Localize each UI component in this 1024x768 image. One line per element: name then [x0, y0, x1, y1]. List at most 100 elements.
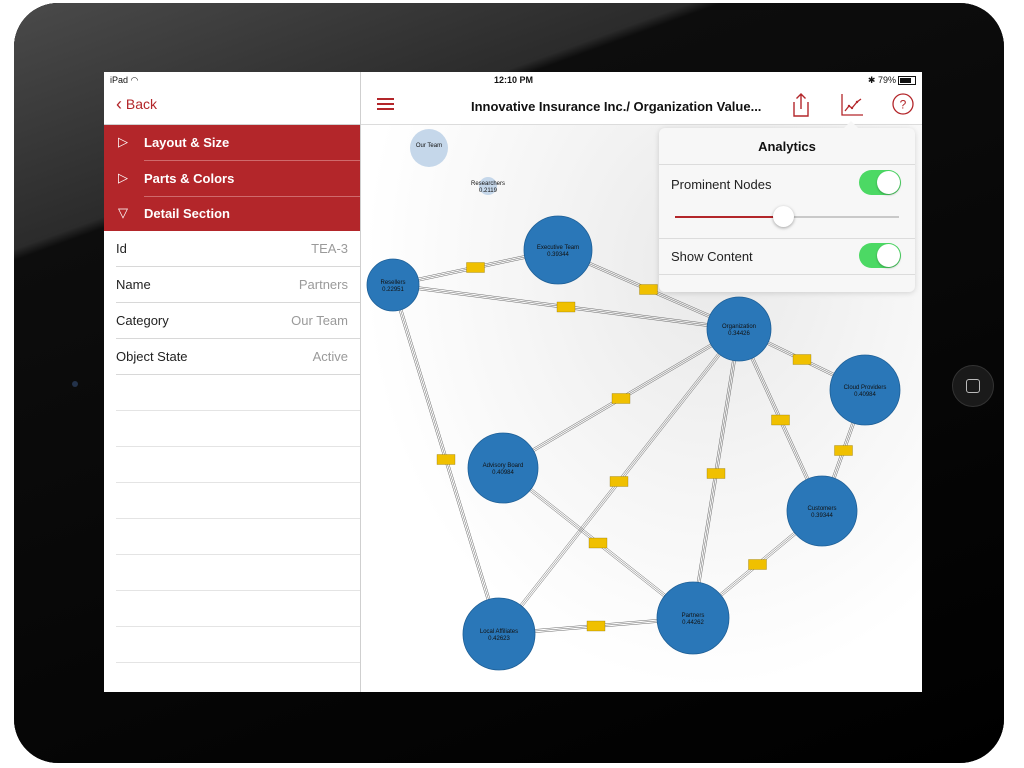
node-score-label: 0.44262: [682, 620, 704, 626]
device-label: iPad ◠: [110, 75, 139, 85]
share-icon[interactable]: [789, 92, 813, 118]
graph-node-executive-team[interactable]: Executive Team0.39344: [523, 215, 593, 285]
node-name-label: Researchers: [471, 181, 505, 187]
property-key: Id: [116, 241, 127, 256]
detail-sidebar: ‹ Back ▷ Layout & Size ▷ Parts & Colors …: [104, 72, 361, 692]
property-key: Name: [116, 277, 151, 292]
popover-divider: [659, 238, 915, 239]
graph-node-organization[interactable]: Organization0.34426: [706, 296, 772, 362]
node-score-label: 0.42623: [488, 636, 510, 642]
edge-label-tag[interactable]: [588, 537, 608, 549]
help-icon[interactable]: ?: [891, 92, 915, 116]
node-score-label: 0.40984: [854, 392, 876, 398]
node-name-label: Partners: [682, 613, 705, 619]
property-row-object-state[interactable]: Object State Active: [116, 339, 360, 375]
front-camera: [72, 381, 78, 387]
clock: 12:10 PM: [494, 75, 534, 85]
graph-node-advisory-board[interactable]: Advisory Board0.40984: [467, 432, 539, 504]
empty-row: [116, 663, 360, 692]
empty-row: [116, 447, 360, 483]
home-button[interactable]: [952, 365, 994, 407]
node-name-label: Our Team: [416, 143, 442, 149]
menu-item-layout-size[interactable]: ▷ Layout & Size: [104, 125, 360, 160]
empty-row: [116, 555, 360, 591]
disclosure-down-icon: ▽: [118, 205, 128, 220]
edge-label-tag[interactable]: [639, 284, 658, 295]
edge-label-tag[interactable]: [748, 559, 767, 570]
node-name-label: Organization: [722, 324, 756, 330]
graph-node-local-affiliates[interactable]: Local Affiliates0.42623: [462, 597, 536, 671]
back-button[interactable]: ‹ Back: [116, 94, 157, 115]
empty-row: [116, 411, 360, 447]
menu-item-label: Parts & Colors: [144, 171, 235, 186]
graph-node-customers[interactable]: Customers0.39344: [786, 475, 858, 547]
edge-label-tag[interactable]: [611, 393, 631, 404]
edge-label-tag[interactable]: [436, 454, 456, 465]
menu-item-label: Detail Section: [144, 206, 230, 221]
graph-node-resellers[interactable]: Resellers0.22951: [366, 258, 420, 312]
graph-node-partners[interactable]: Partners0.44262: [656, 581, 730, 655]
svg-text:?: ?: [900, 98, 907, 112]
popover-title: Analytics: [758, 139, 816, 154]
empty-row: [116, 483, 360, 519]
edge-label-tag[interactable]: [706, 468, 726, 479]
property-value: Our Team: [291, 313, 348, 328]
property-key: Object State: [116, 349, 188, 364]
edge-label-tag[interactable]: [466, 262, 485, 273]
status-bar: iPad ◠ 12:10 PM ✱ 79%: [104, 72, 922, 88]
edge-label-tag[interactable]: [771, 414, 790, 426]
node-score-label: 0.34426: [728, 331, 750, 337]
property-row-id[interactable]: Id TEA-3: [116, 231, 360, 267]
edge-label-tag[interactable]: [609, 476, 629, 487]
node-score-label: 0.2119: [479, 188, 498, 194]
node-score-label: 0.40984: [492, 470, 514, 476]
node-name-label: Local Affiliates: [480, 629, 518, 635]
node-name-label: Executive Team: [537, 245, 579, 251]
popover-divider: [659, 164, 915, 165]
prominent-nodes-toggle[interactable]: [859, 170, 901, 195]
edge-label-tag[interactable]: [792, 354, 812, 365]
menu-icon[interactable]: [377, 98, 394, 113]
bluetooth-icon: ✱: [867, 75, 876, 85]
node-name-label: Cloud Providers: [844, 385, 887, 391]
home-button-icon: [966, 379, 980, 393]
battery-icon: [898, 76, 916, 86]
slider-fill: [675, 216, 783, 218]
graph-node-our-team[interactable]: Our Team: [410, 129, 448, 167]
prominent-nodes-label: Prominent Nodes: [671, 177, 772, 192]
page-title: Innovative Insurance Inc./ Organization …: [471, 99, 762, 114]
popover-divider: [659, 274, 915, 275]
chevron-left-icon: ‹: [116, 94, 122, 114]
show-content-toggle[interactable]: [859, 243, 901, 268]
property-key: Category: [116, 313, 169, 328]
graph-node-cloud-providers[interactable]: Cloud Providers0.40984: [829, 354, 901, 426]
menu-item-parts-colors[interactable]: ▷ Parts & Colors: [104, 161, 360, 196]
node-score-label: 0.39344: [811, 513, 833, 519]
edge-label-tag[interactable]: [556, 301, 576, 313]
node-name-label: Customers: [807, 506, 836, 512]
edge-label-tag[interactable]: [834, 445, 853, 456]
app-screen: ‹ Back ▷ Layout & Size ▷ Parts & Colors …: [104, 72, 922, 692]
show-content-label: Show Content: [671, 249, 753, 264]
slider-knob[interactable]: [772, 206, 794, 227]
property-row-category[interactable]: Category Our Team: [116, 303, 360, 339]
prominent-nodes-slider[interactable]: [675, 206, 899, 227]
empty-row: [116, 627, 360, 663]
disclosure-right-icon: ▷: [118, 134, 128, 149]
edge-label-tag[interactable]: [586, 620, 606, 632]
empty-row: [116, 591, 360, 627]
empty-row: [116, 519, 360, 555]
property-row-name[interactable]: Name Partners: [116, 267, 360, 303]
analytics-chart-icon[interactable]: [839, 92, 865, 118]
property-value: TEA-3: [311, 241, 348, 256]
node-score-label: 0.22951: [382, 287, 404, 293]
wifi-icon: ◠: [130, 75, 139, 85]
property-value: Active: [312, 349, 348, 364]
node-name-label: Resellers: [380, 280, 405, 286]
graph-area: Our Team Researchers 0.2119 Executive Team 0…: [361, 72, 922, 692]
menu-item-label: Layout & Size: [144, 135, 230, 150]
node-name-label: Advisory Board: [483, 463, 524, 469]
menu-item-detail-section[interactable]: ▽ Detail Section: [104, 196, 360, 231]
analytics-popover: Analytics Prominent Nodes Show Content: [659, 121, 915, 292]
graph-node-researchers[interactable]: Researchers0.2119: [471, 177, 505, 195]
